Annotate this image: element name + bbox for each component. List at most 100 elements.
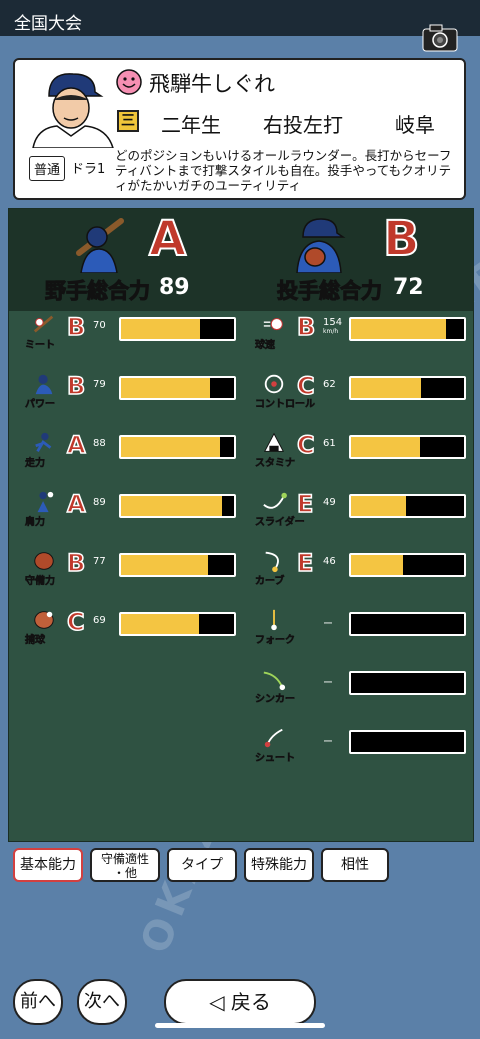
grade-mark: 三 xyxy=(117,110,139,132)
stat-value-text: 88 xyxy=(93,438,106,449)
stat-name: 肩力 xyxy=(25,517,46,529)
stat-grade: E xyxy=(296,548,314,578)
stat-grade: B xyxy=(296,312,316,342)
home-indicator xyxy=(155,1023,325,1028)
stat-value: ー xyxy=(323,733,333,748)
stat-value: ー xyxy=(323,615,333,630)
top-bar: 全国大会 xyxy=(0,0,480,36)
stat-name: カーブ xyxy=(255,576,285,588)
fielder-stat-row: 走力 A 88 xyxy=(21,430,241,469)
stat-grade: C xyxy=(66,607,85,637)
stat-bar xyxy=(119,553,236,577)
stat-bar-fill xyxy=(351,555,403,575)
stats-panel: A 野手総合力 89 B 投手総合力 72 ミート B 70 パワー B 79 走力 A 88 肩… xyxy=(8,208,474,842)
stat-grade: C xyxy=(296,430,315,460)
stat-bar xyxy=(349,612,466,636)
fielder-stat-row: パワー B 79 xyxy=(21,371,241,410)
player-school-year: 二年生 xyxy=(161,113,221,137)
fielder-rank: A xyxy=(148,210,187,268)
next-button[interactable]: 次へ xyxy=(77,979,127,1025)
pitcher-rank: B xyxy=(382,210,421,268)
stat-bar xyxy=(119,317,236,341)
stat-bar-fill xyxy=(351,319,446,339)
tab-defense-aptitude[interactable]: 守備適性 ・他 xyxy=(90,848,160,882)
stat-value-text: 154 xyxy=(323,317,343,328)
stat-value-text: 70 xyxy=(93,320,106,331)
stat-name: 捕球 xyxy=(25,635,46,647)
stat-bar xyxy=(349,494,466,518)
back-button[interactable]: ◁ 戻る xyxy=(164,979,316,1025)
pitcher-stat-row: フォーク ー xyxy=(251,609,471,646)
fielder-stat-row: 肩力 A 89 xyxy=(21,489,241,528)
screen-title: 全国大会 xyxy=(14,14,82,34)
tab-special-ability[interactable]: 特殊能力 xyxy=(244,848,314,882)
stat-value: 70 xyxy=(93,320,106,331)
stat-grade: C xyxy=(296,371,315,401)
arm-icon xyxy=(31,490,57,514)
stat-bar xyxy=(349,553,466,577)
stat-bar-fill xyxy=(351,378,422,398)
stat-value-text: 62 xyxy=(323,379,336,390)
stat-bar xyxy=(349,671,466,695)
pitcher-stat-row: スライダー E 49 xyxy=(251,489,471,528)
smile-face-icon xyxy=(116,69,142,95)
stat-value: 154 km/h xyxy=(323,317,342,335)
stat-grade: B xyxy=(66,371,86,401)
stat-value-text: 89 xyxy=(93,497,106,508)
pitcher-total-label: 投手総合力 xyxy=(277,279,383,304)
stat-bar xyxy=(349,435,466,459)
stat-name: パワー xyxy=(25,399,56,411)
pitcher-stat-row: シンカー ー xyxy=(251,667,471,705)
stat-bar-fill xyxy=(121,319,201,339)
draft-label: ドラ1 xyxy=(71,162,106,177)
stat-grade: B xyxy=(66,312,86,342)
stat-grade: A xyxy=(66,489,86,519)
pitcher-stat-row: スタミナ C 61 xyxy=(251,430,471,469)
stat-value: 79 xyxy=(93,379,106,390)
stat-bar xyxy=(349,376,466,400)
fielder-stat-row: 守備力 B 77 xyxy=(21,548,241,587)
fielder-stat-row: 捕球 C 69 xyxy=(21,607,241,646)
tab-compatibility[interactable]: 相性 xyxy=(321,848,389,882)
stat-value: ー xyxy=(323,674,333,689)
fielder-stat-row: ミート B 70 xyxy=(21,312,241,351)
mitt-icon xyxy=(31,608,57,632)
stamina-icon xyxy=(261,431,287,455)
fastball-icon xyxy=(261,313,287,337)
stat-name: ミート xyxy=(25,340,56,352)
shoot-icon xyxy=(261,726,287,750)
stat-value: 62 xyxy=(323,379,336,390)
player-portrait-icon xyxy=(32,73,114,148)
stat-value-text: 79 xyxy=(93,379,106,390)
stat-name: スタミナ xyxy=(255,458,296,470)
stat-value: 46 xyxy=(323,556,336,567)
stat-name: 球速 xyxy=(255,340,276,352)
stat-bar xyxy=(119,494,236,518)
stat-grade: E xyxy=(296,489,314,519)
camera-icon[interactable] xyxy=(422,24,458,52)
fielder-total-value: 89 xyxy=(159,275,190,300)
player-throw-bat: 右投左打 xyxy=(263,113,343,137)
curve-icon xyxy=(261,549,287,573)
stat-value: 88 xyxy=(93,438,106,449)
player-profile-card: 飛騨牛しぐれ 三 二年生 右投左打 岐阜 普通 ドラ1 どのポジションもいけるオ… xyxy=(13,58,466,200)
stat-bar-fill xyxy=(121,555,208,575)
tab-type[interactable]: タイプ xyxy=(167,848,237,882)
glove-icon xyxy=(31,549,57,573)
stat-bar-fill xyxy=(121,437,221,457)
pitcher-stat-row: カーブ E 46 xyxy=(251,548,471,587)
sinker-icon xyxy=(261,667,287,691)
stat-value: 77 xyxy=(93,556,106,567)
stat-bar-fill xyxy=(121,496,222,516)
stat-bar-fill xyxy=(121,614,199,634)
stat-grade: B xyxy=(66,548,86,578)
stat-value-text: 46 xyxy=(323,556,336,567)
stat-bar xyxy=(119,376,236,400)
tab-basic-ability[interactable]: 基本能力 xyxy=(13,848,83,882)
pitcher-stat-row: シュート ー xyxy=(251,726,471,764)
stat-value: 61 xyxy=(323,438,336,449)
stat-value-text: ー xyxy=(323,619,333,630)
stat-grade: A xyxy=(66,430,86,460)
power-icon xyxy=(31,372,57,396)
prev-button[interactable]: 前へ xyxy=(13,979,63,1025)
